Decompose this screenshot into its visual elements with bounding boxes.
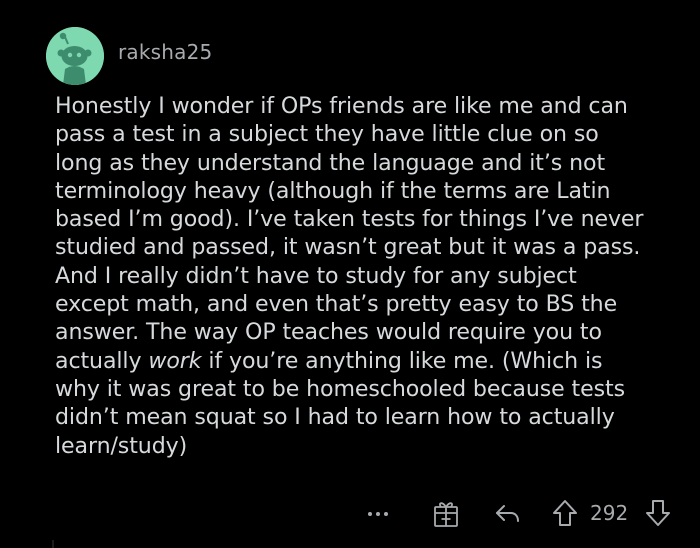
comment-line: why it was great to be homeschooled beca…	[55, 375, 626, 402]
line-text-before: actually	[55, 347, 149, 374]
comment-line: studied and passed, it wasn’t great but …	[55, 234, 641, 261]
reply-icon[interactable]	[494, 500, 522, 526]
vote-count: 292	[590, 501, 629, 525]
comment-line: except math, and even that’s pretty easy…	[55, 291, 618, 318]
comment-line: pass a test in a subject they have littl…	[55, 121, 599, 148]
downvote-icon[interactable]	[644, 498, 672, 528]
avatar[interactable]	[46, 27, 104, 85]
emphasized-word: work	[148, 347, 202, 374]
comment-line: terminology heavy (although if the terms…	[55, 177, 611, 204]
comment-line: didn’t mean squat so I had to learn how …	[55, 404, 615, 431]
comment-body: Honestly I wonder if OPs friends are lik…	[55, 92, 680, 460]
comment-line: based I’m good). I’ve taken tests for th…	[55, 206, 644, 233]
award-icon[interactable]	[432, 498, 460, 528]
comment-line: long as they understand the language and…	[55, 149, 606, 176]
comment-actions: 292	[0, 496, 700, 532]
comment-line: Honestly I wonder if OPs friends are lik…	[55, 93, 628, 119]
comment-author[interactable]: raksha25	[118, 40, 212, 64]
comment-line: learn/study)	[55, 432, 188, 459]
line-text-after: if you’re anything like me. (Which is	[201, 347, 603, 374]
upvote-icon[interactable]	[551, 498, 579, 528]
comment-line: And I really didn’t have to study for an…	[55, 262, 577, 289]
snoo-avatar-icon	[46, 27, 104, 85]
comment-line-emphasis: actually work if you’re anything like me…	[55, 347, 680, 375]
comment-screen: raksha25 Honestly I wonder if OPs friend…	[0, 0, 700, 548]
thread-line	[52, 540, 54, 548]
more-options-icon[interactable]	[366, 502, 390, 522]
comment-line: answer. The way OP teaches would require…	[55, 319, 602, 346]
